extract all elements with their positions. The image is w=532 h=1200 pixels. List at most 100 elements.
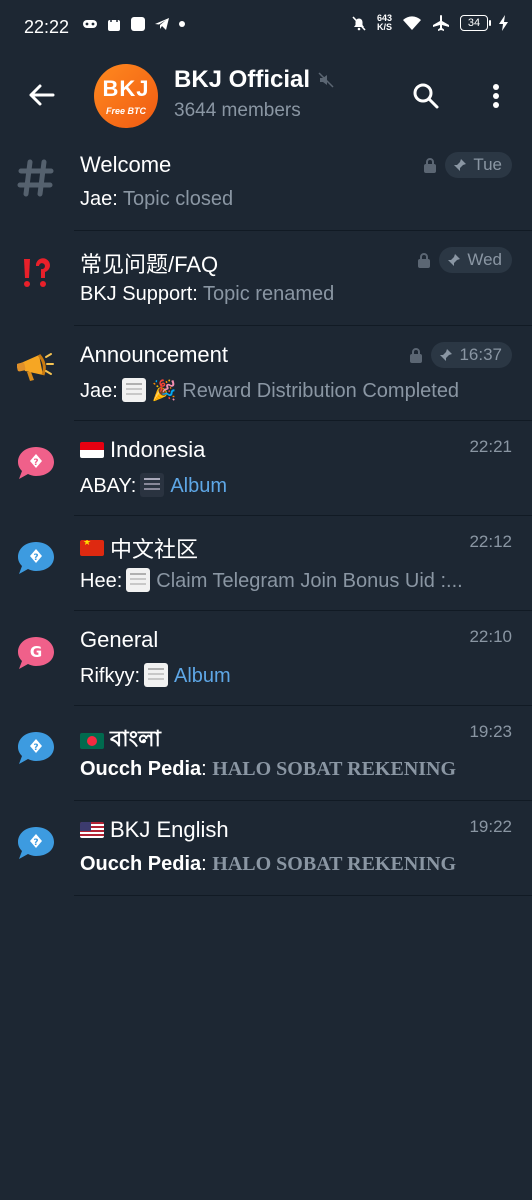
lock-icon xyxy=(424,158,437,173)
topic-meta: Wed xyxy=(417,247,512,273)
topic-item-announcement[interactable]: Announcement 16:37 Jae: 🎉 Reward Distribu… xyxy=(0,326,532,421)
topic-meta: 22:12 xyxy=(469,532,512,552)
bangladesh-flag-icon xyxy=(80,732,104,749)
image-thumbnail xyxy=(140,473,165,497)
topic-title: Welcome xyxy=(80,152,172,177)
preview-text: Claim Telegram Join Bonus Uid :... xyxy=(156,570,463,592)
pinned-badge: Wed xyxy=(439,247,512,273)
pink-question-bubble-icon: ? xyxy=(14,441,58,485)
pin-icon xyxy=(440,349,453,361)
member-count: 3644 members xyxy=(174,100,301,121)
search-button[interactable] xyxy=(408,78,444,114)
preview-sender: BKJ Support: xyxy=(80,283,198,305)
muted-bell-icon xyxy=(352,16,366,31)
image-thumbnail xyxy=(121,378,146,402)
telegram-icon xyxy=(155,18,169,30)
topic-time: 16:37 xyxy=(459,345,502,364)
topic-item-general[interactable]: G General 22:10 Rifkyy: Album xyxy=(0,611,532,706)
group-avatar[interactable]: BKJ Free BTC xyxy=(94,64,158,128)
preview-text: 🎉 Reward Distribution Completed xyxy=(151,380,460,402)
topic-preview: BKJ Support: Topic renamed xyxy=(80,283,505,306)
topic-time: 19:22 xyxy=(469,817,512,836)
topic-title: Indonesia xyxy=(80,437,205,463)
topic-time: 22:21 xyxy=(469,437,512,456)
pink-letter-bubble-icon: G xyxy=(14,631,58,675)
megaphone-icon xyxy=(14,346,58,390)
search-icon xyxy=(413,83,439,109)
group-name: BKJ Official xyxy=(174,66,311,93)
preview-sender: Rifkyy: xyxy=(80,665,140,687)
more-options-button[interactable] xyxy=(478,78,514,114)
network-speed: 643 K/S xyxy=(376,13,392,32)
topic-preview: ABAY: Album xyxy=(80,473,505,498)
game-controller-icon xyxy=(83,20,97,28)
topic-item-faq[interactable]: 常见问题/FAQ Wed BKJ Support: Topic renamed xyxy=(0,231,532,326)
notification-icons xyxy=(82,16,186,32)
topic-item-bangla[interactable]: ? বাংলা 19:23 Oucch Pedia: HALO SOBAT RE… xyxy=(0,706,532,801)
topic-meta: 19:22 xyxy=(469,817,512,837)
topic-title: 常见问题/FAQ xyxy=(80,252,219,277)
china-flag-icon xyxy=(80,540,104,556)
indonesia-flag-icon xyxy=(80,442,104,458)
topic-meta: Tue xyxy=(423,152,512,178)
preview-sender: Hee: xyxy=(80,570,123,592)
topic-preview: Rifkyy: Album xyxy=(80,663,505,688)
battery-indicator: 34 xyxy=(460,15,491,31)
topic-meta: 22:21 xyxy=(469,437,512,457)
shopping-bag-icon xyxy=(108,16,120,31)
topic-preview: Oucch Pedia: HALO SOBAT REKENING xyxy=(80,758,457,780)
double-exclamation-icon xyxy=(14,251,58,295)
lock-icon xyxy=(418,253,431,268)
preview-sender: Jae: xyxy=(80,188,118,210)
topic-time: 22:12 xyxy=(469,532,512,551)
status-bar: 22:22 643 K/S 34 xyxy=(0,0,532,56)
wifi-icon xyxy=(403,16,421,30)
topic-title: 中文社区 xyxy=(80,532,198,564)
preview-text: Album xyxy=(174,665,231,687)
preview-sender: ABAY: xyxy=(80,475,137,497)
pinned-badge: Tue xyxy=(445,152,512,178)
preview-sender: Oucch Pedia xyxy=(80,853,202,875)
topic-meta: 19:23 xyxy=(469,722,512,742)
back-button[interactable] xyxy=(24,78,58,112)
topic-item-chinese-community[interactable]: ? 中文社区 22:12 Hee: Claim Telegram Join Bon… xyxy=(0,516,532,611)
dot-icon xyxy=(179,21,185,27)
arrow-left-icon xyxy=(29,84,55,106)
preview-text: HALO SOBAT REKENING xyxy=(212,853,457,875)
topic-item-bkj-english[interactable]: ? BKJ English 19:22 Oucch Pedia: HALO SO… xyxy=(0,801,532,896)
airplane-icon xyxy=(433,15,449,31)
system-icons: 643 K/S 34 xyxy=(351,14,510,32)
pin-icon xyxy=(448,254,461,266)
muted-speaker-icon xyxy=(318,72,334,88)
preview-text: Topic renamed xyxy=(203,283,335,305)
svg-text:?: ? xyxy=(33,838,38,848)
pin-icon xyxy=(454,159,467,171)
topic-preview: Oucch Pedia: HALO SOBAT REKENING xyxy=(80,853,457,875)
status-time: 22:22 xyxy=(24,17,70,37)
topic-title: বাংলা xyxy=(80,722,161,759)
topic-list: Welcome Tue Jae: Topic closed 常见问题/FAQ W… xyxy=(0,136,532,896)
avatar-logo-subtext: Free BTC xyxy=(105,106,146,116)
hash-icon xyxy=(14,156,58,200)
image-thumbnail xyxy=(144,663,168,687)
topic-item-welcome[interactable]: Welcome Tue Jae: Topic closed xyxy=(0,136,532,231)
chat-header: BKJ Free BTC BKJ Official 3644 members xyxy=(0,56,532,136)
topic-preview: Jae: 🎉 Reward Distribution Completed xyxy=(80,378,505,403)
topic-title: General xyxy=(80,627,159,652)
topic-meta: 16:37 xyxy=(409,342,512,368)
more-vertical-icon xyxy=(493,84,499,108)
divider xyxy=(74,895,532,896)
topic-preview: Jae: Topic closed xyxy=(80,188,505,211)
topic-item-indonesia[interactable]: ? Indonesia 22:21 ABAY: Album xyxy=(0,421,532,516)
blue-question-bubble-icon: ? xyxy=(14,726,58,770)
group-title[interactable]: BKJ Official xyxy=(174,66,334,94)
topic-icon-letter: G xyxy=(30,643,42,661)
topic-time: 19:23 xyxy=(469,722,512,741)
preview-text: Album xyxy=(170,475,228,497)
avatar-logo-text: BKJ xyxy=(102,76,150,101)
topic-time: Tue xyxy=(473,155,502,174)
charging-icon xyxy=(499,15,508,31)
image-thumbnail xyxy=(126,568,151,592)
blue-question-bubble-icon: ? xyxy=(14,821,58,865)
preview-text: HALO SOBAT REKENING xyxy=(212,758,457,780)
